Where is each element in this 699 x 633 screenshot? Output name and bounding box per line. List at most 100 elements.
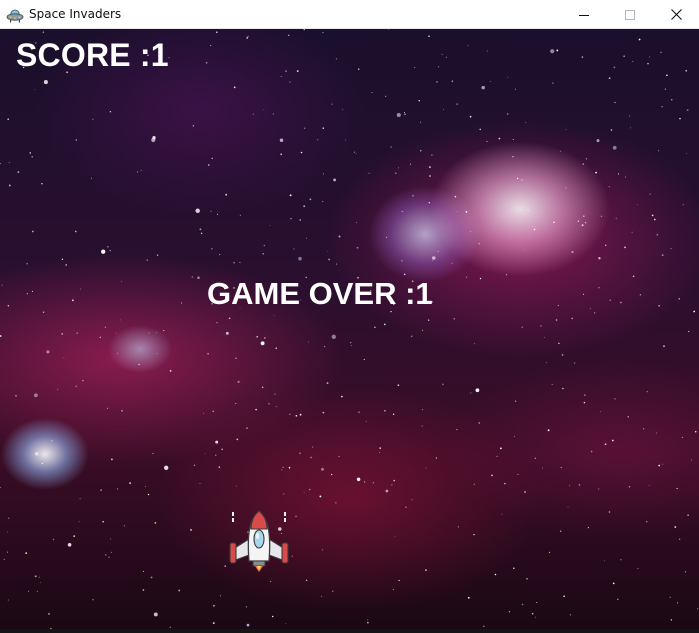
star: [662, 463, 664, 465]
star: [365, 420, 367, 422]
star: [631, 231, 633, 233]
star: [557, 304, 559, 306]
star: [31, 290, 34, 292]
star: [207, 164, 210, 166]
player-ship: [227, 509, 291, 573]
star: [219, 595, 221, 597]
star: [178, 589, 181, 592]
star: [34, 89, 35, 91]
star: [331, 334, 336, 339]
star: [291, 555, 293, 557]
title-bar[interactable]: Space Invaders: [0, 0, 699, 29]
star: [618, 173, 620, 175]
star: [512, 156, 514, 158]
star: [542, 467, 544, 469]
star: [571, 250, 574, 254]
star: [213, 604, 215, 607]
game-canvas[interactable]: SCORE :1 GAME OVER :1: [0, 29, 699, 633]
star: [164, 465, 169, 470]
star: [694, 430, 697, 433]
maximize-button[interactable]: [607, 0, 653, 29]
star: [648, 485, 650, 487]
star: [474, 343, 476, 345]
star: [92, 118, 94, 120]
star: [195, 208, 200, 214]
star: [500, 447, 502, 450]
star: [686, 153, 688, 154]
star: [26, 293, 28, 295]
star: [498, 137, 501, 140]
star: [25, 552, 28, 555]
star: [567, 506, 569, 508]
star: [394, 536, 396, 538]
minimize-button[interactable]: [561, 0, 607, 29]
star: [0, 487, 1, 488]
star: [260, 341, 265, 346]
star: [436, 81, 438, 83]
star: [527, 209, 529, 212]
star: [428, 202, 430, 204]
star: [526, 577, 528, 580]
star: [219, 254, 221, 256]
star: [326, 382, 329, 385]
star: [521, 326, 523, 328]
star: [681, 436, 683, 438]
star: [466, 276, 468, 278]
game-window: Space Invaders SCORE :1 GAME OVER :1: [0, 0, 699, 633]
star: [649, 193, 651, 195]
star: [533, 228, 536, 231]
star: [609, 299, 611, 301]
star: [516, 177, 519, 180]
star: [536, 601, 538, 604]
star: [322, 173, 324, 175]
star: [331, 103, 333, 105]
star: [583, 401, 586, 404]
star: [221, 448, 224, 451]
star: [148, 332, 150, 334]
star: [72, 299, 74, 302]
star: [383, 323, 386, 326]
star: [594, 312, 596, 314]
star: [239, 214, 241, 216]
star: [478, 422, 480, 424]
star: [154, 522, 157, 524]
star: [674, 526, 677, 528]
star: [211, 248, 213, 250]
star: [0, 335, 2, 337]
star: [552, 82, 554, 84]
star: [331, 473, 333, 476]
star: [646, 521, 648, 523]
star: [52, 538, 55, 541]
star: [563, 595, 565, 598]
star: [236, 485, 238, 487]
star: [283, 493, 285, 495]
star: [456, 429, 458, 431]
close-button[interactable]: [653, 0, 699, 29]
star: [156, 332, 158, 334]
star: [263, 336, 266, 339]
star: [404, 113, 406, 116]
star: [517, 473, 519, 476]
star: [295, 414, 298, 417]
nebula-starfield: [0, 29, 699, 633]
star: [282, 466, 284, 468]
star: [456, 103, 459, 105]
star: [262, 253, 264, 255]
star: [356, 246, 359, 249]
star: [600, 215, 603, 217]
star: [119, 319, 121, 321]
star: [678, 538, 681, 541]
star: [7, 531, 8, 533]
star: [481, 85, 485, 90]
star: [247, 35, 249, 38]
star: [26, 263, 28, 265]
star: [504, 482, 506, 485]
star: [515, 88, 517, 90]
star: [425, 569, 427, 571]
star: [225, 193, 228, 196]
star: [233, 262, 235, 264]
star: [473, 483, 475, 485]
star: [608, 511, 611, 513]
star: [197, 276, 200, 280]
star: [419, 150, 422, 152]
